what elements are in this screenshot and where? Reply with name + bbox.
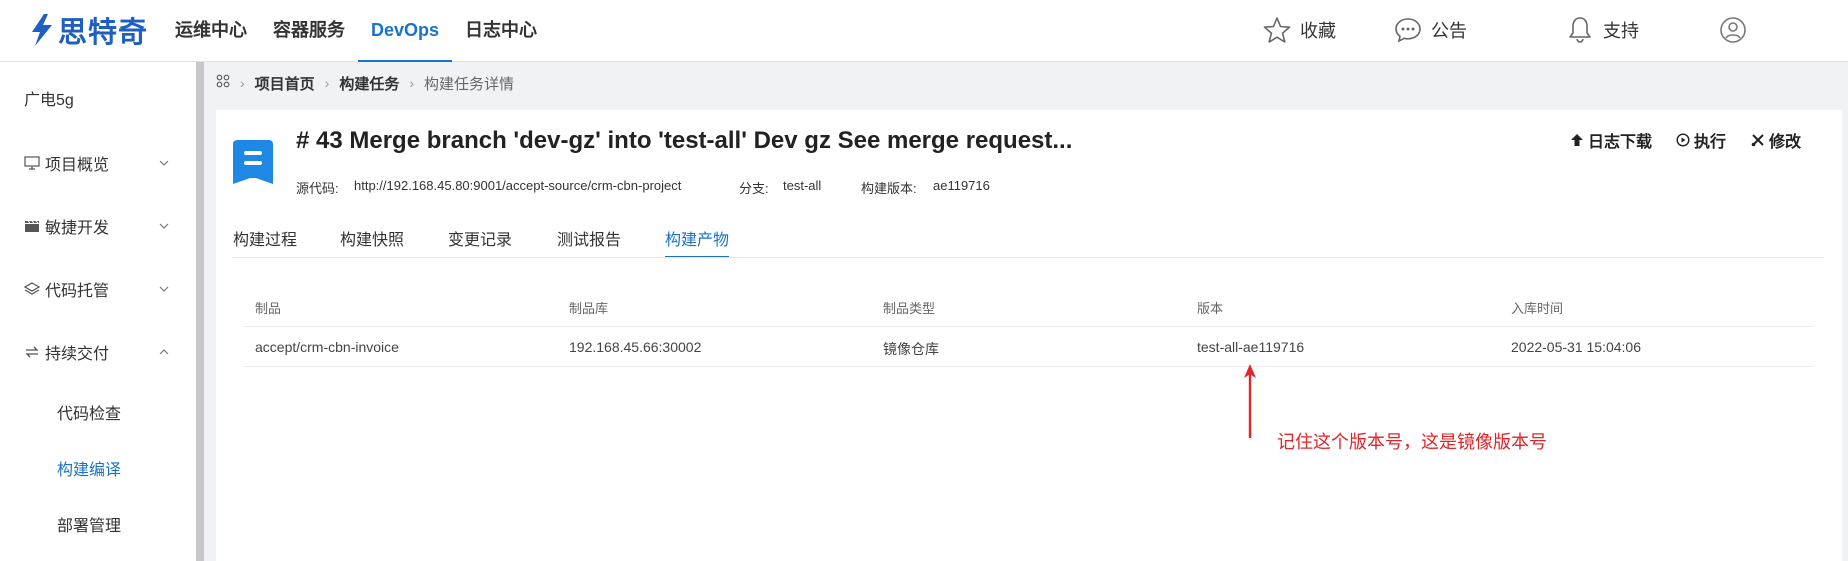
top-bar: 思特奇 运维中心 容器服务 DevOps 日志中心 收藏 公告 支持 [0,0,1848,62]
logo-text: 思特奇 [58,17,149,49]
table-row-divider [243,326,1814,327]
support-button[interactable]: 支持 [1565,0,1639,60]
branch-label: 分支: [739,181,769,196]
nav-item-container-service[interactable]: 容器服务 [260,0,358,62]
nav-item-log-center[interactable]: 日志中心 [452,0,550,62]
table-cell-version: test-all-ae119716 [1197,339,1305,355]
clapper-icon [25,220,39,232]
table-header-artifact: 制品 [255,301,282,316]
user-avatar-button[interactable] [1718,0,1756,60]
favorites-label: 收藏 [1300,21,1336,41]
lightning-logo-icon [32,14,52,46]
main-nav: 运维中心 容器服务 DevOps 日志中心 [162,0,550,62]
sidebar-subitem-build-compile[interactable]: 构建编译 [57,456,121,480]
star-icon [1263,17,1291,43]
tools-icon [1751,134,1764,147]
download-log-label: 日志下载 [1588,134,1653,151]
sidebar-item-label: 敏捷开发 [45,220,110,237]
apps-grid-icon[interactable] [216,74,230,92]
build-version-label: 构建版本: [861,181,917,196]
favorites-button[interactable]: 收藏 [1262,0,1336,60]
table-header-storage-time: 入库时间 [1511,301,1564,316]
nav-item-devops[interactable]: DevOps [358,0,453,62]
sidebar-scrollbar[interactable] [196,62,204,561]
sidebar-item-code-hosting[interactable]: 代码托管 [24,277,174,301]
layers-icon [24,282,40,295]
play-circle-icon [1676,133,1690,147]
bell-icon [1569,17,1591,43]
red-arrow-annotation-icon [1244,364,1256,438]
build-task-icon [233,140,273,184]
source-url[interactable]: http://192.168.45.80:9001/accept-source/… [354,178,681,193]
sidebar-item-continuous-delivery[interactable]: 持续交付 [24,340,174,364]
edit-button[interactable]: 修改 [1751,128,1801,152]
table-header-version: 版本 [1197,301,1224,316]
support-label: 支持 [1603,21,1639,41]
breadcrumb-separator-icon: › [324,75,330,91]
sidebar-item-project-overview[interactable]: 项目概览 [24,151,174,175]
table-header-repository: 制品库 [569,301,609,316]
sidebar-subitem-deploy-management[interactable]: 部署管理 [57,512,121,536]
project-name[interactable]: 广电5g [24,86,74,110]
monitor-icon [24,156,40,170]
chevron-down-icon [159,286,169,292]
chevron-down-icon [159,223,169,229]
breadcrumb: › 项目首页 › 构建任务 › 构建任务详情 [216,72,514,94]
tab-build-artifacts[interactable]: 构建产物 [665,226,730,258]
breadcrumb-separator-icon: › [409,75,415,91]
download-icon [1571,134,1583,146]
tab-build-snapshot[interactable]: 构建快照 [340,226,404,258]
branch-value: test-all [783,178,822,193]
logo[interactable]: 思特奇 [26,10,148,50]
table-cell-repository: 192.168.45.66:30002 [569,339,702,355]
sidebar-item-agile-dev[interactable]: 敏捷开发 [24,214,174,238]
table-cell-storage-time: 2022-05-31 15:04:06 [1511,339,1641,355]
download-log-button[interactable]: 日志下载 [1570,128,1652,152]
sidebar-item-label: 代码托管 [45,283,110,300]
table-header-artifact-type: 制品类型 [883,301,936,316]
chevron-down-icon [159,160,169,166]
sidebar-item-label: 项目概览 [45,157,110,174]
breadcrumb-separator-icon: › [240,75,245,91]
nav-item-ops-center[interactable]: 运维中心 [162,0,260,62]
build-title: # 43 Merge branch 'dev-gz' into 'test-al… [296,127,1073,154]
tab-change-log[interactable]: 变更记录 [448,226,512,258]
table-cell-artifact-type: 镜像仓库 [883,341,939,357]
announcements-label: 公告 [1431,21,1467,41]
breadcrumb-project-home[interactable]: 项目首页 [255,73,315,94]
tab-test-report[interactable]: 测试报告 [557,226,621,258]
sidebar [0,62,196,561]
table-cell-artifact: accept/crm-cbn-invoice [255,339,399,355]
edit-label: 修改 [1769,134,1802,151]
sync-icon [25,346,39,358]
tabs-divider [232,257,1824,258]
source-label: 源代码: [296,181,339,196]
sidebar-item-label: 持续交付 [45,346,110,363]
user-avatar-icon [1720,17,1746,43]
chat-bubble-icon [1395,18,1421,43]
execute-button[interactable]: 执行 [1676,128,1726,152]
annotation-text: 记住这个版本号，这是镜像版本号 [1277,432,1547,452]
sidebar-subitem-code-check[interactable]: 代码检查 [57,400,121,424]
announcements-button[interactable]: 公告 [1393,0,1467,60]
tab-build-process[interactable]: 构建过程 [233,226,297,258]
chevron-up-icon [159,349,169,355]
table-row-divider [243,366,1814,367]
execute-label: 执行 [1694,134,1727,151]
breadcrumb-build-tasks[interactable]: 构建任务 [339,73,399,94]
build-version-value: ae119716 [933,178,990,193]
breadcrumb-current: 构建任务详情 [424,75,515,93]
